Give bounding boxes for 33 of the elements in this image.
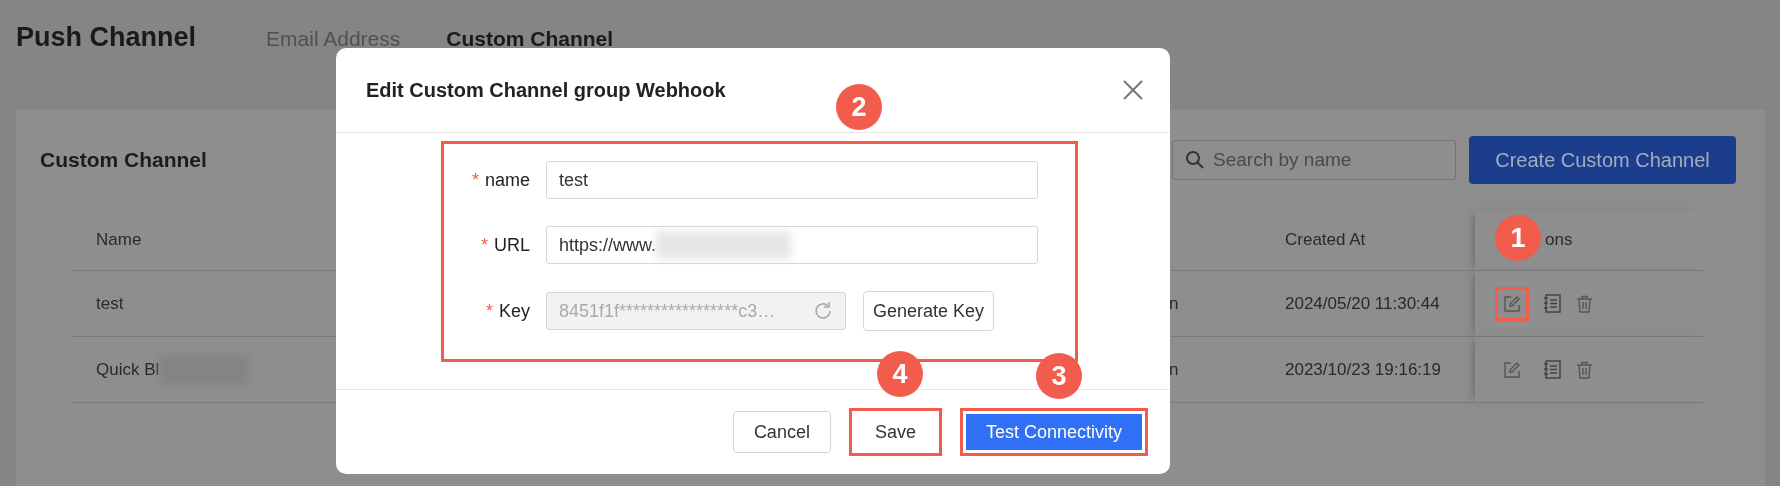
dialog-button[interactable]: Cancel: [732, 411, 831, 453]
input-field[interactable]: test: [546, 161, 1038, 199]
primary-button[interactable]: Test Connectivity: [965, 414, 1142, 450]
input-field[interactable]: https://www.: [546, 226, 1038, 264]
table-cell: 2023/10/23 19:16:19: [1285, 359, 1441, 380]
required-mark: *: [480, 234, 488, 255]
column-header: Created At: [1285, 230, 1366, 250]
table-cell: Quick Bl: [96, 359, 160, 380]
dialog-title: Edit Custom Channel group Webhook: [366, 78, 726, 102]
table-cell: test: [96, 293, 124, 314]
search-icon: [1185, 150, 1205, 170]
list-icon[interactable]: [1543, 360, 1562, 379]
required-mark: *: [471, 169, 479, 190]
edit-icon[interactable]: [1503, 360, 1521, 379]
field-label: * name: [470, 169, 531, 191]
page-title: Push Channel: [16, 22, 197, 53]
table-cell: n: [1169, 293, 1179, 314]
table-cell: 2024/05/20 11:30:44: [1285, 293, 1440, 314]
column-header: Name: [96, 230, 142, 250]
table-cell: n: [1169, 359, 1179, 380]
create-button[interactable]: Create Custom Channel: [1469, 136, 1736, 184]
required-mark: *: [485, 300, 493, 321]
edit-icon[interactable]: [1503, 294, 1521, 313]
card-title: Custom Channel: [40, 148, 208, 172]
list-icon[interactable]: [1543, 294, 1562, 313]
field-label: * URL: [479, 234, 531, 256]
trash-icon[interactable]: [1576, 360, 1593, 379]
tab[interactable]: Custom Channel: [446, 27, 614, 51]
search-field[interactable]: Search by name: [1172, 140, 1456, 180]
column-header: ons: [1545, 230, 1573, 250]
trash-icon[interactable]: [1576, 294, 1593, 313]
close-button[interactable]: [1122, 79, 1144, 101]
field-label: * Key: [484, 300, 531, 322]
